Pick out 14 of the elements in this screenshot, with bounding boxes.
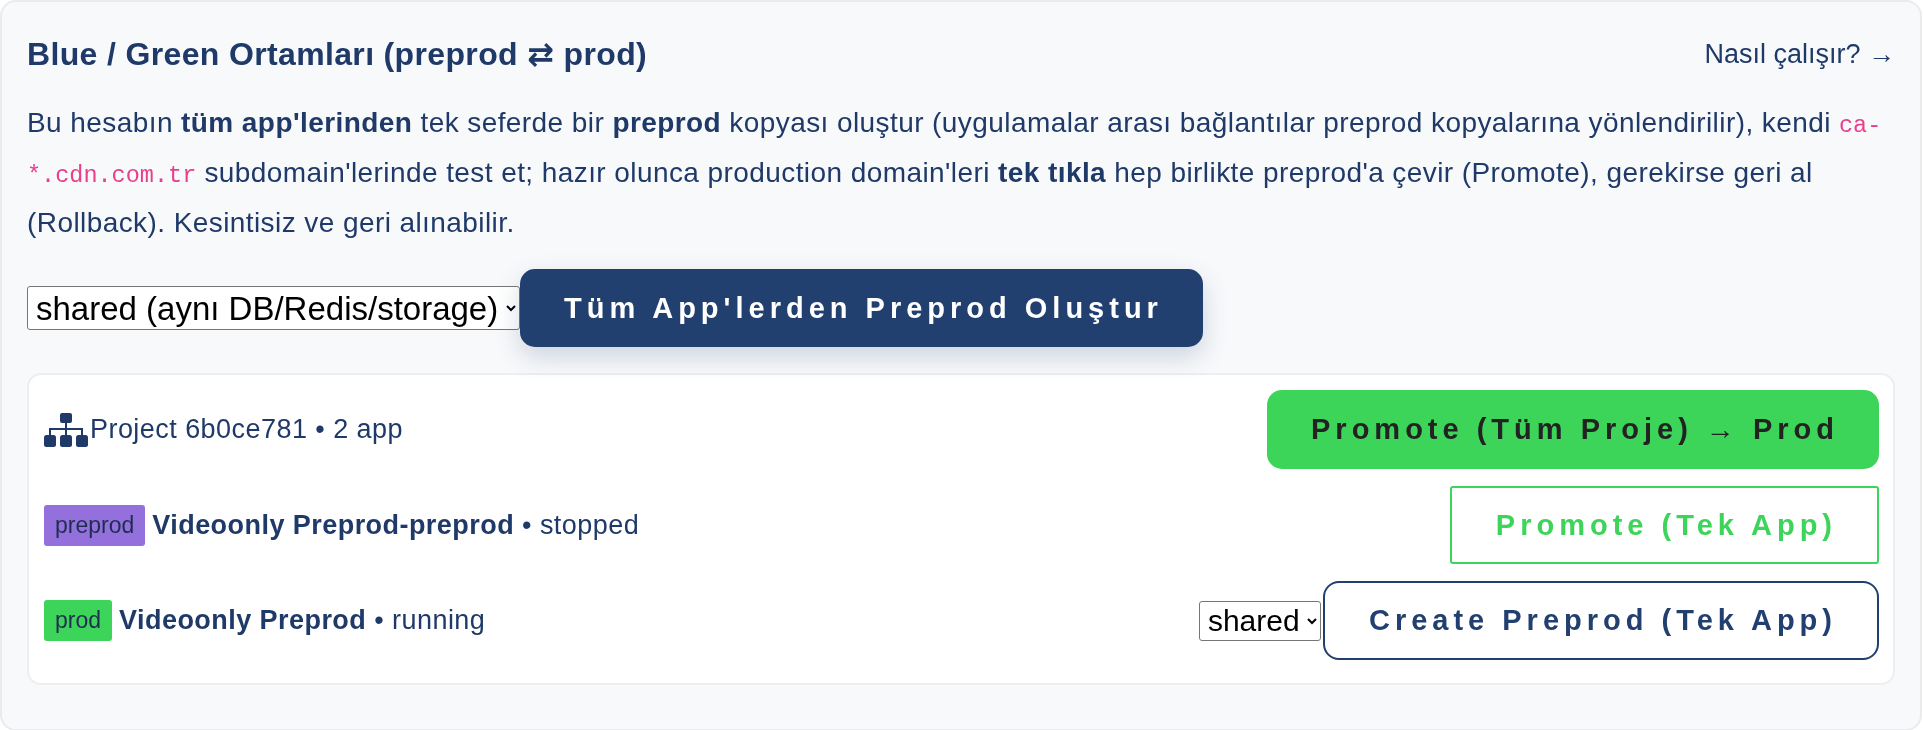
app-title: Videoonly Preprod-preprod • stopped [152,509,640,541]
panel-title: Blue / Green Ortamları (preprod ⇄ prod) [27,36,648,73]
description-text: Bu hesabın tüm app'lerinden tek seferde bir preprod kopyası oluştur (uygulamalar arası bağlantılar preprod kopyalarına yönlendirilir), kendi ca-*.cdn.com.tr subdomain'lerinde test et; hazır olunca production domain'leri tek tıkla hep birlikte preprod'a çevir (Promote), gerekirse geri al (Rollback). Kesintisiz ve geri alınabilir. [27,106,1883,240]
app-title: Videoonly Preprod • running [119,605,486,636]
environment-badge: prod [44,600,113,641]
environment-badge: preprod [44,504,146,546]
mode-select[interactable]: shared [1198,600,1321,641]
create-preprod-button[interactable]: Create Preprod (Tek App) [1322,581,1879,660]
create-preprod-button[interactable]: Tüm App'lerden Preprod Oluştur [520,269,1203,347]
project-summary: Project 6b0ce781 • 2 app [90,414,403,445]
promote-project-button[interactable]: Promote (Tüm Proje) → Prod [1267,390,1879,469]
mode-select[interactable]: shared (aynı DB/Redis/storage) [27,286,520,330]
sitemap-icon [44,412,88,447]
help-link[interactable]: Nasıl çalışır? → [1704,39,1895,70]
